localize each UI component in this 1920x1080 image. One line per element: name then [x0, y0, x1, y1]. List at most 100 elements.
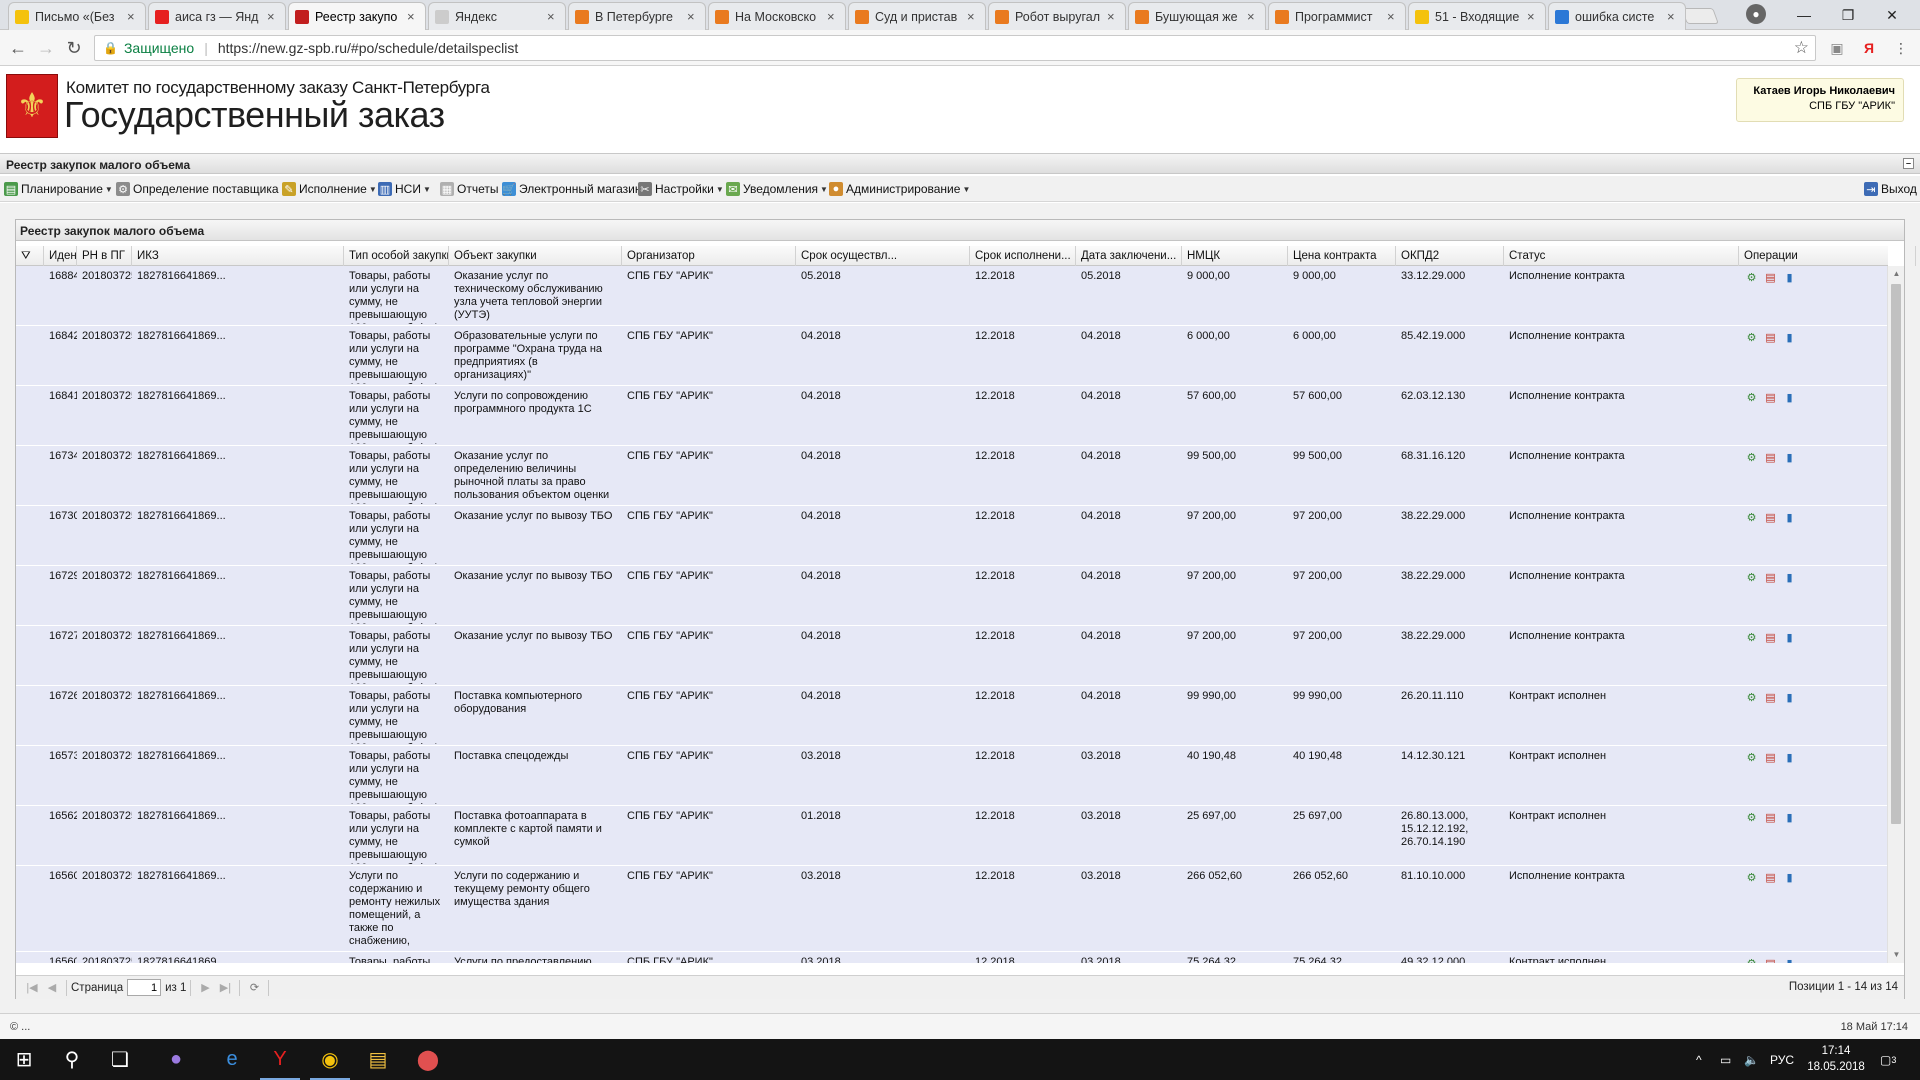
document-icon[interactable]: ▤ [1763, 390, 1778, 404]
bar-chart-icon[interactable]: ▮ [1782, 270, 1797, 284]
close-tab-icon[interactable]: × [687, 9, 699, 24]
edit-gear-icon[interactable]: ⚙ [1744, 570, 1759, 584]
yandex-extension-icon[interactable]: Я [1860, 39, 1878, 57]
bar-chart-icon[interactable]: ▮ [1782, 810, 1797, 824]
bookmark-star-icon[interactable]: ☆ [1794, 38, 1809, 58]
close-tab-icon[interactable]: × [407, 9, 419, 24]
edit-gear-icon[interactable]: ⚙ [1744, 870, 1759, 884]
edit-gear-icon[interactable]: ⚙ [1744, 270, 1759, 284]
browser-tab[interactable]: Суд и пристав × [848, 2, 986, 30]
browser-tab[interactable]: Письмо «(Без × [8, 2, 146, 30]
input-language[interactable]: РУС [1770, 1039, 1794, 1080]
table-row[interactable]: 1672645 20180372500001400100000020001 1827… [16, 686, 1888, 746]
address-bar[interactable]: 🔒 Защищено | https://new.gz-spb.ru/#po/s… [94, 35, 1816, 61]
user-info-box[interactable]: Катаев Игорь Николаевич СПБ ГБУ "АРИК" [1736, 78, 1904, 122]
document-icon[interactable]: ▤ [1763, 690, 1778, 704]
menu-item[interactable]: ✉ Уведомления ▼ [726, 180, 828, 198]
document-icon[interactable]: ▤ [1763, 570, 1778, 584]
document-icon[interactable]: ▤ [1763, 510, 1778, 524]
volume-icon[interactable]: 🔈 [1744, 1039, 1759, 1080]
menu-item[interactable]: ▦ Отчеты [440, 180, 498, 198]
search-icon[interactable]: ⚲ [48, 1039, 96, 1080]
edit-gear-icon[interactable]: ⚙ [1744, 690, 1759, 704]
column-header[interactable]: Дата заключени... [1076, 246, 1182, 266]
edit-gear-icon[interactable]: ⚙ [1744, 330, 1759, 344]
column-header[interactable]: РН в ПГ [77, 246, 132, 266]
menu-item[interactable]: ✎ Исполнение ▼ [282, 180, 377, 198]
extension-icon[interactable]: ▣ [1828, 39, 1846, 57]
column-header[interactable]: ИКЗ [132, 246, 344, 266]
next-page-icon[interactable]: ▶ [195, 979, 215, 997]
browser-tab[interactable]: Бушующая же × [1128, 2, 1266, 30]
menu-item[interactable]: ✂ Настройки ▼ [638, 180, 724, 198]
document-icon[interactable]: ▤ [1763, 450, 1778, 464]
browser-tab[interactable]: Программист × [1268, 2, 1406, 30]
browser-tab[interactable]: ошибка систе × [1548, 2, 1686, 30]
close-tab-icon[interactable]: × [267, 9, 279, 24]
menu-item[interactable]: 🛒 Электронный магазин [502, 180, 641, 198]
bar-chart-icon[interactable]: ▮ [1782, 690, 1797, 704]
reload-icon[interactable]: ↻ [62, 36, 86, 60]
table-row[interactable]: 1656061 20180372500001400100000020001 1827… [16, 952, 1888, 963]
vertical-scrollbar[interactable]: ▲ ▼ [1887, 266, 1904, 963]
menu-item[interactable]: ▤ Планирование ▼ [4, 180, 113, 198]
column-header[interactable]: Организатор [622, 246, 796, 266]
back-icon[interactable]: ← [6, 36, 30, 60]
action-center-icon[interactable]: ▢ 3 [1880, 1039, 1896, 1080]
windows-start-icon[interactable]: ⊞ [0, 1039, 48, 1080]
collapse-panel-icon[interactable]: – [1903, 158, 1914, 169]
document-icon[interactable]: ▤ [1763, 630, 1778, 644]
maximize-icon[interactable]: ❐ [1826, 0, 1870, 30]
close-window-icon[interactable]: ✕ [1870, 0, 1914, 30]
first-page-icon[interactable]: |◀ [22, 979, 42, 997]
close-tab-icon[interactable]: × [1527, 9, 1539, 24]
browser-tab[interactable]: Реестр закупо × [288, 2, 426, 30]
refresh-icon[interactable]: ⟳ [244, 979, 264, 997]
page-number-input[interactable] [127, 979, 162, 996]
close-tab-icon[interactable]: × [827, 9, 839, 24]
spb-coat-of-arms-logo[interactable]: ⚜ [6, 74, 58, 138]
bar-chart-icon[interactable]: ▮ [1782, 750, 1797, 764]
filter-icon[interactable]: ⛛ [16, 246, 44, 266]
document-icon[interactable]: ▤ [1763, 956, 1778, 964]
minimize-icon[interactable]: — [1782, 0, 1826, 30]
document-icon[interactable]: ▤ [1763, 810, 1778, 824]
bar-chart-icon[interactable]: ▮ [1782, 956, 1797, 964]
close-tab-icon[interactable]: × [1387, 9, 1399, 24]
column-header[interactable]: Статус [1504, 246, 1739, 266]
edit-gear-icon[interactable]: ⚙ [1744, 450, 1759, 464]
table-row[interactable]: 1656235 20180372500001400100000020001 1827… [16, 806, 1888, 866]
maps-pin-icon[interactable]: ⬤ [404, 1039, 452, 1080]
document-icon[interactable]: ▤ [1763, 870, 1778, 884]
grid-body[interactable]: 1688496 20180372500001400100000020001 1827… [16, 266, 1888, 963]
edit-gear-icon[interactable]: ⚙ [1744, 630, 1759, 644]
chrome-icon[interactable]: ◉ [306, 1039, 354, 1080]
bar-chart-icon[interactable]: ▮ [1782, 630, 1797, 644]
column-header[interactable]: Операции [1739, 246, 1916, 266]
table-row[interactable]: 1684284 20180372500001400100000020001 1827… [16, 326, 1888, 386]
yandex-browser-icon[interactable]: Y [256, 1039, 304, 1080]
bar-chart-icon[interactable]: ▮ [1782, 390, 1797, 404]
edit-gear-icon[interactable]: ⚙ [1744, 750, 1759, 764]
table-row[interactable]: 1672931 20180372500001400100000020001 1827… [16, 566, 1888, 626]
document-icon[interactable]: ▤ [1763, 270, 1778, 284]
browser-tab[interactable]: Яндекс × [428, 2, 566, 30]
table-row[interactable]: 1672786 20180372500001400100000020001 1827… [16, 626, 1888, 686]
prev-page-icon[interactable]: ◀ [42, 979, 62, 997]
table-row[interactable]: 1657391 20180372500001400100000020001 1827… [16, 746, 1888, 806]
bar-chart-icon[interactable]: ▮ [1782, 570, 1797, 584]
document-icon[interactable]: ▤ [1763, 750, 1778, 764]
menu-item[interactable]: ● Администрирование ▼ [829, 180, 970, 198]
file-explorer-icon[interactable]: ▤ [354, 1039, 402, 1080]
close-tab-icon[interactable]: × [1247, 9, 1259, 24]
cortana-mic-icon[interactable]: ● [152, 1039, 200, 1080]
column-header[interactable]: Тип особой закупки [344, 246, 449, 266]
task-view-icon[interactable]: ❏ [96, 1039, 144, 1080]
table-row[interactable]: 1688496 20180372500001400100000020001 1827… [16, 266, 1888, 326]
forward-icon[interactable]: → [34, 36, 58, 60]
bar-chart-icon[interactable]: ▮ [1782, 870, 1797, 884]
close-tab-icon[interactable]: × [1667, 9, 1679, 24]
close-tab-icon[interactable]: × [1107, 9, 1119, 24]
scroll-up-icon[interactable]: ▲ [1888, 266, 1905, 282]
scroll-down-icon[interactable]: ▼ [1888, 947, 1905, 963]
